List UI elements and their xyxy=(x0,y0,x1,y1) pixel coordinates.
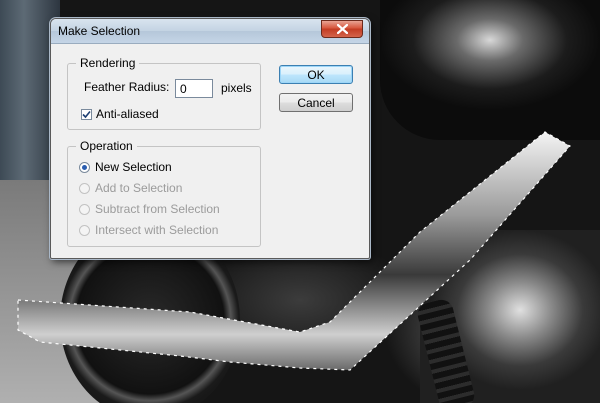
feather-unit-label: pixels xyxy=(221,81,252,95)
add-to-selection-radio xyxy=(79,182,90,194)
feather-radius-label: Feather Radius: xyxy=(84,80,170,94)
dialog-titlebar[interactable]: Make Selection xyxy=(51,19,369,44)
feather-radius-input[interactable] xyxy=(175,79,213,98)
anti-aliased-label: Anti-aliased xyxy=(96,107,159,121)
intersect-with-selection-label: Intersect with Selection xyxy=(95,223,219,237)
add-to-selection-label: Add to Selection xyxy=(95,181,183,195)
add-to-selection-option: Add to Selection xyxy=(79,181,182,195)
intersect-with-selection-radio xyxy=(79,224,90,236)
anti-aliased-option[interactable]: Anti-aliased xyxy=(81,107,159,121)
new-selection-option[interactable]: New Selection xyxy=(79,160,172,174)
close-icon xyxy=(336,24,348,34)
operation-legend: Operation xyxy=(80,139,133,153)
intersect-with-selection-option: Intersect with Selection xyxy=(79,223,218,237)
new-selection-radio[interactable] xyxy=(79,161,90,173)
checkmark-icon xyxy=(82,110,91,118)
close-button[interactable] xyxy=(321,20,363,38)
rendering-legend: Rendering xyxy=(80,56,136,70)
subtract-from-selection-radio xyxy=(79,203,90,215)
make-selection-dialog: Make Selection Rendering Feather Radius:… xyxy=(50,18,370,259)
radio-selected-dot xyxy=(82,164,87,170)
dialog-title: Make Selection xyxy=(58,24,141,38)
new-selection-label: New Selection xyxy=(95,160,172,174)
cancel-button[interactable]: Cancel xyxy=(279,93,353,112)
subtract-from-selection-option: Subtract from Selection xyxy=(79,202,220,216)
anti-aliased-checkbox[interactable] xyxy=(81,108,92,120)
subtract-from-selection-label: Subtract from Selection xyxy=(95,202,220,216)
ok-button[interactable]: OK xyxy=(279,65,353,84)
